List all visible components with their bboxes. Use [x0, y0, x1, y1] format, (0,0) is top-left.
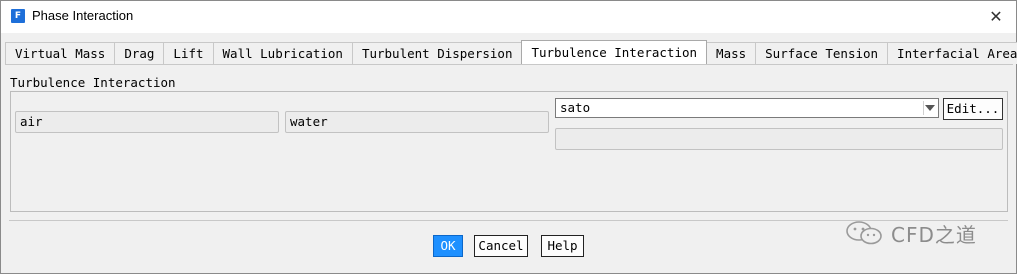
fluent-app-icon: F	[11, 9, 25, 23]
tab-lift[interactable]: Lift	[163, 42, 214, 64]
tab-interfacial-area[interactable]: Interfacial Area	[887, 42, 1017, 64]
chevron-down-icon[interactable]	[925, 105, 935, 111]
help-button[interactable]: Help	[541, 235, 584, 257]
ok-button[interactable]: OK	[433, 235, 463, 257]
edit-button[interactable]: Edit...	[943, 98, 1003, 120]
cancel-button[interactable]: Cancel	[474, 235, 528, 257]
model-parameter-field	[555, 128, 1003, 150]
tab-drag[interactable]: Drag	[114, 42, 165, 64]
wechat-icon	[846, 221, 882, 245]
tab-panel: Turbulence Interaction air water sato Ed…	[5, 64, 1013, 218]
tab-turbulent-dispersion[interactable]: Turbulent Dispersion	[351, 42, 523, 64]
watermark: CFD之道	[841, 215, 1001, 249]
close-icon[interactable]: ✕	[982, 3, 1010, 31]
tab-turbulence-interaction[interactable]: Turbulence Interaction	[521, 40, 708, 64]
model-select[interactable]: sato	[555, 98, 939, 118]
window-title: Phase Interaction	[32, 8, 134, 23]
watermark-text: CFD之道	[891, 223, 977, 247]
tab-wall-lubrication[interactable]: Wall Lubrication	[212, 42, 353, 64]
group-box: air water sato Edit...	[10, 91, 1008, 212]
dropdown-separator	[923, 101, 924, 115]
tab-mass[interactable]: Mass	[706, 42, 757, 64]
title-bar: F Phase Interaction ✕	[1, 1, 1016, 33]
tab-surface-tension[interactable]: Surface Tension	[755, 42, 889, 64]
dialog-window: F Phase Interaction ✕ Virtual Mass Drag …	[0, 0, 1017, 274]
group-label: Turbulence Interaction	[10, 75, 176, 90]
tab-bar: Virtual Mass Drag Lift Wall Lubrication …	[5, 40, 1017, 64]
phase2-field: water	[285, 111, 549, 133]
tab-virtual-mass[interactable]: Virtual Mass	[5, 42, 116, 64]
phase1-field: air	[15, 111, 279, 133]
model-select-value: sato	[560, 100, 591, 115]
